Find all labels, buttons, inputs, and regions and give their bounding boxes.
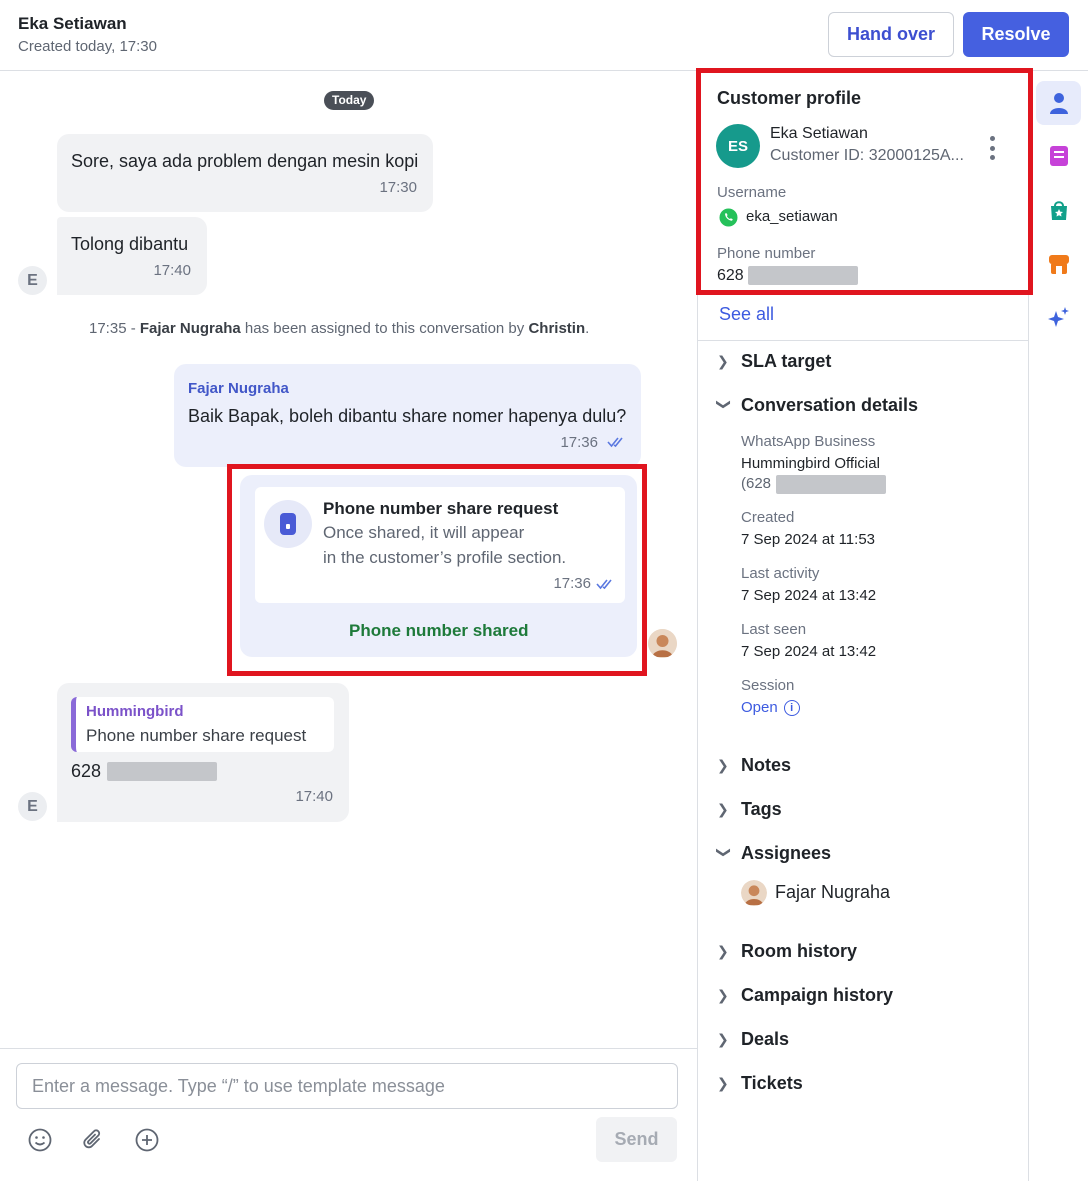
session-status: Open <box>741 699 778 716</box>
channel-name: Hummingbird Official <box>741 455 880 472</box>
contact-name: Eka Setiawan <box>18 14 127 33</box>
resolve-button[interactable]: Resolve <box>963 12 1069 57</box>
created-label: Created <box>741 509 795 526</box>
customer-avatar: E <box>18 266 47 295</box>
chevron-right-icon: ❯ <box>717 943 729 959</box>
assignee-avatar <box>741 880 767 906</box>
info-icon[interactable]: i <box>783 700 800 717</box>
conversation-header: Eka Setiawan Created today, 17:30 Hand o… <box>0 0 1088 71</box>
outgoing-message: Fajar Nugraha Baik Bapak, boleh dibantu … <box>174 364 641 467</box>
session-value: Open i <box>741 699 800 717</box>
double-check-icon <box>607 437 623 448</box>
message-text: Baik Bapak, boleh dibantu share nomer ha… <box>188 406 627 426</box>
incoming-message: Sore, saya ada problem dengan mesin kopi… <box>57 134 433 212</box>
section-label: Campaign history <box>741 985 894 1005</box>
notes-icon[interactable] <box>1046 143 1072 169</box>
panel-separator <box>698 340 1028 341</box>
channel-phone: (628 <box>741 475 772 492</box>
channel-label: WhatsApp Business <box>741 433 876 450</box>
incoming-message: Tolong dibantu 17:40 <box>57 217 207 295</box>
section-label: Notes <box>741 755 792 775</box>
system-agent: Fajar Nugraha <box>139 320 241 337</box>
last-seen-value: 7 Sep 2024 at 13:42 <box>741 643 877 660</box>
section-label: Deals <box>741 1029 790 1049</box>
customer-avatar: E <box>18 792 47 821</box>
sparkle-icon[interactable] <box>1046 305 1072 331</box>
last-activity-label: Last activity <box>741 565 820 582</box>
send-button[interactable]: Send <box>596 1117 677 1162</box>
chevron-right-icon: ❯ <box>717 801 729 817</box>
agent-sender-name: Fajar Nugraha <box>188 380 289 397</box>
chevron-down-icon: ❯ <box>716 398 733 411</box>
shopping-bag-icon[interactable] <box>1046 197 1072 223</box>
section-label: Tickets <box>741 1073 803 1093</box>
shared-phone-number: 628 <box>71 761 102 781</box>
chevron-right-icon: ❯ <box>717 757 729 773</box>
incoming-reply-message: Hummingbird Phone number share request 6… <box>57 683 349 822</box>
add-circle-icon[interactable] <box>134 1127 160 1153</box>
assignment-system-message: 17:35 - Fajar Nugraha has been assigned … <box>89 320 589 337</box>
assignee-name: Fajar Nugraha <box>775 882 891 902</box>
composer-divider <box>0 1048 697 1049</box>
last-activity-value: 7 Sep 2024 at 13:42 <box>741 587 877 604</box>
session-label: Session <box>741 677 795 694</box>
hand-over-button[interactable]: Hand over <box>828 12 954 57</box>
section-label: Assignees <box>741 843 832 863</box>
agent-avatar <box>648 629 677 658</box>
section-conversation-details[interactable]: ❯ Conversation details <box>716 395 919 416</box>
message-time: 17:40 <box>295 788 333 805</box>
quote-text: Phone number share request <box>86 726 307 745</box>
message-time: 17:30 <box>379 179 417 196</box>
message-input[interactable]: Enter a message. Type “/” to use templat… <box>16 1063 678 1109</box>
section-label: Room history <box>741 941 858 961</box>
section-sla-target[interactable]: ❯ SLA target <box>717 351 831 372</box>
system-assigner: Christin <box>528 320 586 337</box>
section-tags[interactable]: ❯ Tags <box>717 799 782 820</box>
section-notes[interactable]: ❯ Notes <box>717 755 791 776</box>
person-icon[interactable] <box>1046 90 1072 116</box>
section-deals[interactable]: ❯ Deals <box>717 1029 789 1050</box>
highlight-box <box>227 464 647 676</box>
chevron-down-icon: ❯ <box>716 846 733 859</box>
chevron-right-icon: ❯ <box>717 987 729 1003</box>
date-chip: Today <box>324 91 375 110</box>
section-tickets[interactable]: ❯ Tickets <box>717 1073 803 1094</box>
redacted-phone <box>107 762 217 781</box>
quote-sender: Hummingbird <box>86 703 184 720</box>
see-all-link[interactable]: See all <box>719 304 774 325</box>
chevron-right-icon: ❯ <box>717 1031 729 1047</box>
message-time: 17:36 <box>560 434 598 451</box>
section-label: Conversation details <box>741 395 919 415</box>
created-time: Created today, 17:30 <box>18 38 157 55</box>
created-value: 7 Sep 2024 at 11:53 <box>741 531 876 548</box>
chevron-right-icon: ❯ <box>717 1075 729 1091</box>
attachment-icon[interactable] <box>80 1127 106 1153</box>
section-campaign-history[interactable]: ❯ Campaign history <box>717 985 893 1006</box>
redacted-phone <box>776 475 886 494</box>
system-text: has been assigned to this conversation b… <box>244 320 525 337</box>
section-room-history[interactable]: ❯ Room history <box>717 941 857 962</box>
message-time: 17:40 <box>153 262 191 279</box>
message-placeholder: Enter a message. Type “/” to use templat… <box>32 1075 445 1096</box>
quoted-message[interactable]: Hummingbird Phone number share request <box>71 697 334 752</box>
last-seen-label: Last seen <box>741 621 807 638</box>
store-icon[interactable] <box>1046 251 1072 277</box>
section-label: SLA target <box>741 351 832 371</box>
system-end: . <box>585 320 590 337</box>
section-label: Tags <box>741 799 782 819</box>
highlight-box <box>696 68 1033 295</box>
section-assignees[interactable]: ❯ Assignees <box>716 843 832 864</box>
chevron-right-icon: ❯ <box>717 353 729 369</box>
emoji-icon[interactable] <box>27 1127 53 1153</box>
message-text: Tolong dibantu <box>71 234 189 254</box>
message-text: Sore, saya ada problem dengan mesin kopi <box>71 151 419 171</box>
system-time: 17:35 - <box>89 320 136 337</box>
